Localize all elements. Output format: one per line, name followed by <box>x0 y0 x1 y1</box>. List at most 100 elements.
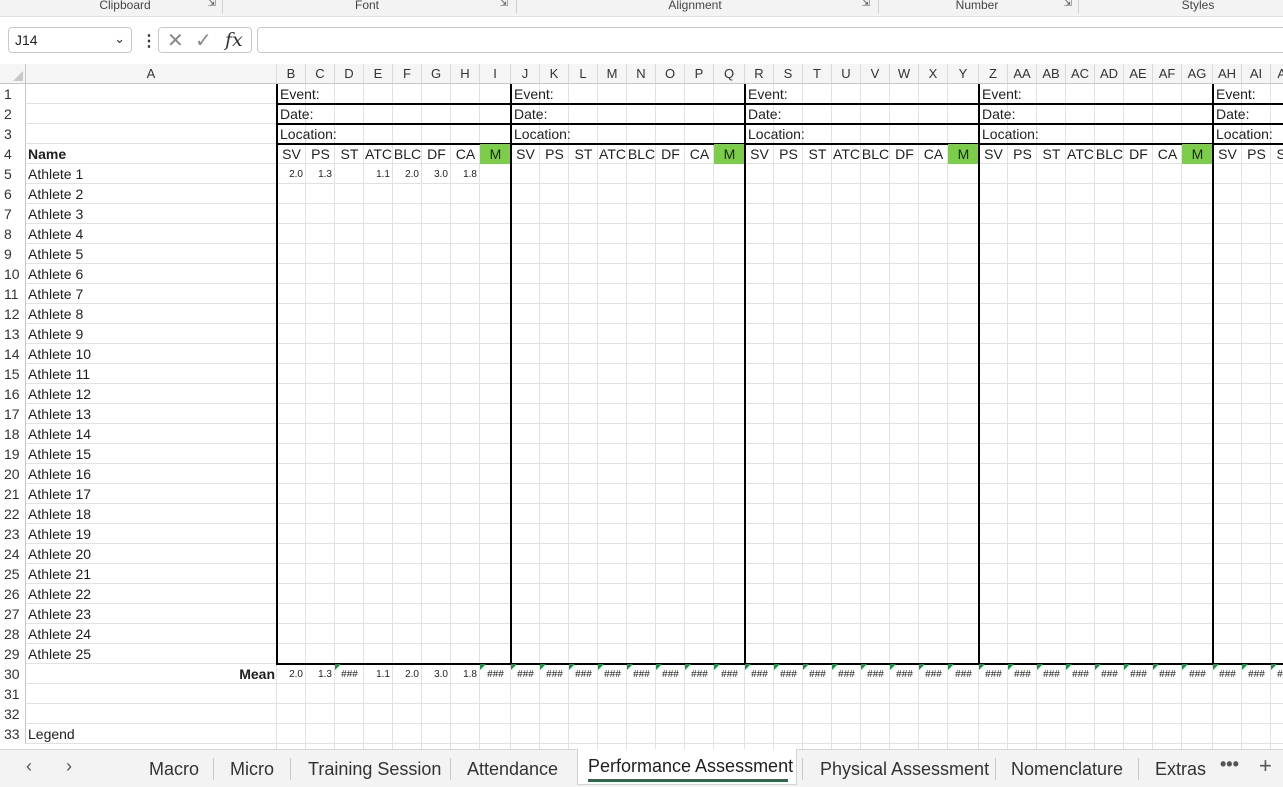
column-header-ad[interactable]: AD <box>1095 64 1124 84</box>
athlete-name-cell[interactable]: Athlete 2 <box>26 184 277 204</box>
column-header-h[interactable]: H <box>451 64 480 84</box>
block-location-label[interactable]: Location: <box>980 124 1212 144</box>
row-header-28[interactable]: 28 <box>0 624 26 644</box>
tab-extras[interactable]: Extras <box>1155 757 1206 781</box>
athlete-name-cell[interactable]: Athlete 9 <box>26 324 277 344</box>
row-header-1[interactable]: 1 <box>0 84 26 104</box>
column-header-u[interactable]: U <box>832 64 861 84</box>
metric-header-st[interactable]: ST <box>1037 144 1066 164</box>
block-date-label[interactable]: Date: <box>278 104 510 124</box>
athlete-name-cell[interactable]: Athlete 14 <box>26 424 277 444</box>
column-header-f[interactable]: F <box>393 64 422 84</box>
block-location-label[interactable]: Location: <box>746 124 978 144</box>
dialog-launcher-icon[interactable]: ⇲ <box>500 0 508 9</box>
metric-header-sv[interactable]: SV <box>1213 144 1242 164</box>
block-date-label[interactable]: Date: <box>512 104 744 124</box>
metric-header-m[interactable]: M <box>480 144 511 164</box>
chevron-down-icon[interactable]: ⌄ <box>114 31 125 47</box>
column-header-v[interactable]: V <box>861 64 890 84</box>
score-cell[interactable]: 1.1 <box>364 164 393 184</box>
block-event-label[interactable]: Event: <box>746 84 978 104</box>
athlete-name-cell[interactable]: Athlete 10 <box>26 344 277 364</box>
row-header-32[interactable]: 32 <box>0 704 26 724</box>
column-header-w[interactable]: W <box>890 64 919 84</box>
metric-header-ps[interactable]: PS <box>774 144 803 164</box>
metric-header-atc[interactable]: ATC <box>364 144 393 164</box>
block-event-label[interactable]: Event: <box>512 84 744 104</box>
athlete-name-cell[interactable]: Athlete 11 <box>26 364 277 384</box>
athlete-name-cell[interactable]: Athlete 24 <box>26 624 277 644</box>
column-header-c[interactable]: C <box>306 64 335 84</box>
metric-header-atc[interactable]: ATC <box>1066 144 1095 164</box>
block-date-label[interactable]: Date: <box>746 104 978 124</box>
row-header-4[interactable]: 4 <box>0 144 26 164</box>
name-box[interactable]: J14 ⌄ <box>8 27 132 53</box>
metric-header-blc[interactable]: BLC <box>861 144 890 164</box>
column-header-l[interactable]: L <box>569 64 598 84</box>
athlete-name-cell[interactable]: Athlete 17 <box>26 484 277 504</box>
athlete-name-cell[interactable]: Athlete 16 <box>26 464 277 484</box>
cancel-formula-icon[interactable]: ✕ <box>167 28 184 53</box>
add-sheet-icon[interactable]: + <box>1259 753 1272 779</box>
column-header-ag[interactable]: AG <box>1182 64 1213 84</box>
mean-value-cell[interactable]: 1.8 <box>451 664 480 684</box>
score-cell[interactable]: 2.0 <box>393 164 422 184</box>
tab-micro[interactable]: Micro <box>230 757 274 781</box>
column-header-aj[interactable]: AJ <box>1271 64 1283 84</box>
metric-header-df[interactable]: DF <box>1124 144 1153 164</box>
row-header-5[interactable]: 5 <box>0 164 26 184</box>
row-header-30[interactable]: 30 <box>0 664 26 684</box>
metric-header-blc[interactable]: BLC <box>627 144 656 164</box>
column-header-t[interactable]: T <box>803 64 832 84</box>
chevron-left-icon[interactable]: ‹ <box>26 756 32 777</box>
tab-attendance[interactable]: Attendance <box>467 757 558 781</box>
athlete-name-cell[interactable]: Athlete 8 <box>26 304 277 324</box>
metric-header-df[interactable]: DF <box>890 144 919 164</box>
metric-header-ps[interactable]: PS <box>540 144 569 164</box>
athlete-name-cell[interactable]: Athlete 18 <box>26 504 277 524</box>
athlete-name-cell[interactable]: Athlete 13 <box>26 404 277 424</box>
metric-header-sv[interactable]: SV <box>745 144 774 164</box>
more-sheets-icon[interactable]: ••• <box>1220 754 1239 775</box>
metric-header-st[interactable]: ST <box>335 144 364 164</box>
column-header-ac[interactable]: AC <box>1066 64 1095 84</box>
column-header-a[interactable]: A <box>26 64 277 84</box>
block-location-label[interactable]: Location: <box>512 124 744 144</box>
column-header-ah[interactable]: AH <box>1213 64 1242 84</box>
metric-header-m[interactable]: M <box>948 144 979 164</box>
insert-function-icon[interactable]: fx <box>225 29 243 51</box>
mean-value-cell[interactable]: 1.3 <box>306 664 335 684</box>
athlete-name-cell[interactable]: Athlete 15 <box>26 444 277 464</box>
metric-header-m[interactable]: M <box>1182 144 1213 164</box>
row-header-31[interactable]: 31 <box>0 684 26 704</box>
column-header-ai[interactable]: AI <box>1242 64 1271 84</box>
metric-header-ca[interactable]: CA <box>1153 144 1182 164</box>
column-header-j[interactable]: J <box>511 64 540 84</box>
row-header-26[interactable]: 26 <box>0 584 26 604</box>
column-header-aa[interactable]: AA <box>1008 64 1037 84</box>
score-cell[interactable]: 2.0 <box>277 164 306 184</box>
row-header-18[interactable]: 18 <box>0 424 26 444</box>
formula-input[interactable] <box>257 27 1283 53</box>
athlete-name-cell[interactable]: Athlete 6 <box>26 264 277 284</box>
metric-header-ps[interactable]: PS <box>1008 144 1037 164</box>
athlete-name-cell[interactable]: Athlete 4 <box>26 224 277 244</box>
tab-macro[interactable]: Macro <box>149 757 199 781</box>
row-header-8[interactable]: 8 <box>0 224 26 244</box>
athlete-name-cell[interactable]: Athlete 7 <box>26 284 277 304</box>
metric-header-ps[interactable]: PS <box>1242 144 1271 164</box>
block-event-label[interactable]: Event: <box>278 84 510 104</box>
metric-header-blc[interactable]: BLC <box>1095 144 1124 164</box>
tab-training-session[interactable]: Training Session <box>308 757 441 781</box>
metric-header-ca[interactable]: CA <box>451 144 480 164</box>
column-header-o[interactable]: O <box>656 64 685 84</box>
row-header-27[interactable]: 27 <box>0 604 26 624</box>
metric-header-st[interactable]: ST <box>803 144 832 164</box>
metric-header-sv[interactable]: SV <box>277 144 306 164</box>
metric-header-ps[interactable]: PS <box>306 144 335 164</box>
column-header-af[interactable]: AF <box>1153 64 1182 84</box>
column-header-x[interactable]: X <box>919 64 948 84</box>
metric-header-st[interactable]: ST <box>569 144 598 164</box>
tab-nomenclature[interactable]: Nomenclature <box>1011 757 1123 781</box>
column-header-i[interactable]: I <box>480 64 511 84</box>
